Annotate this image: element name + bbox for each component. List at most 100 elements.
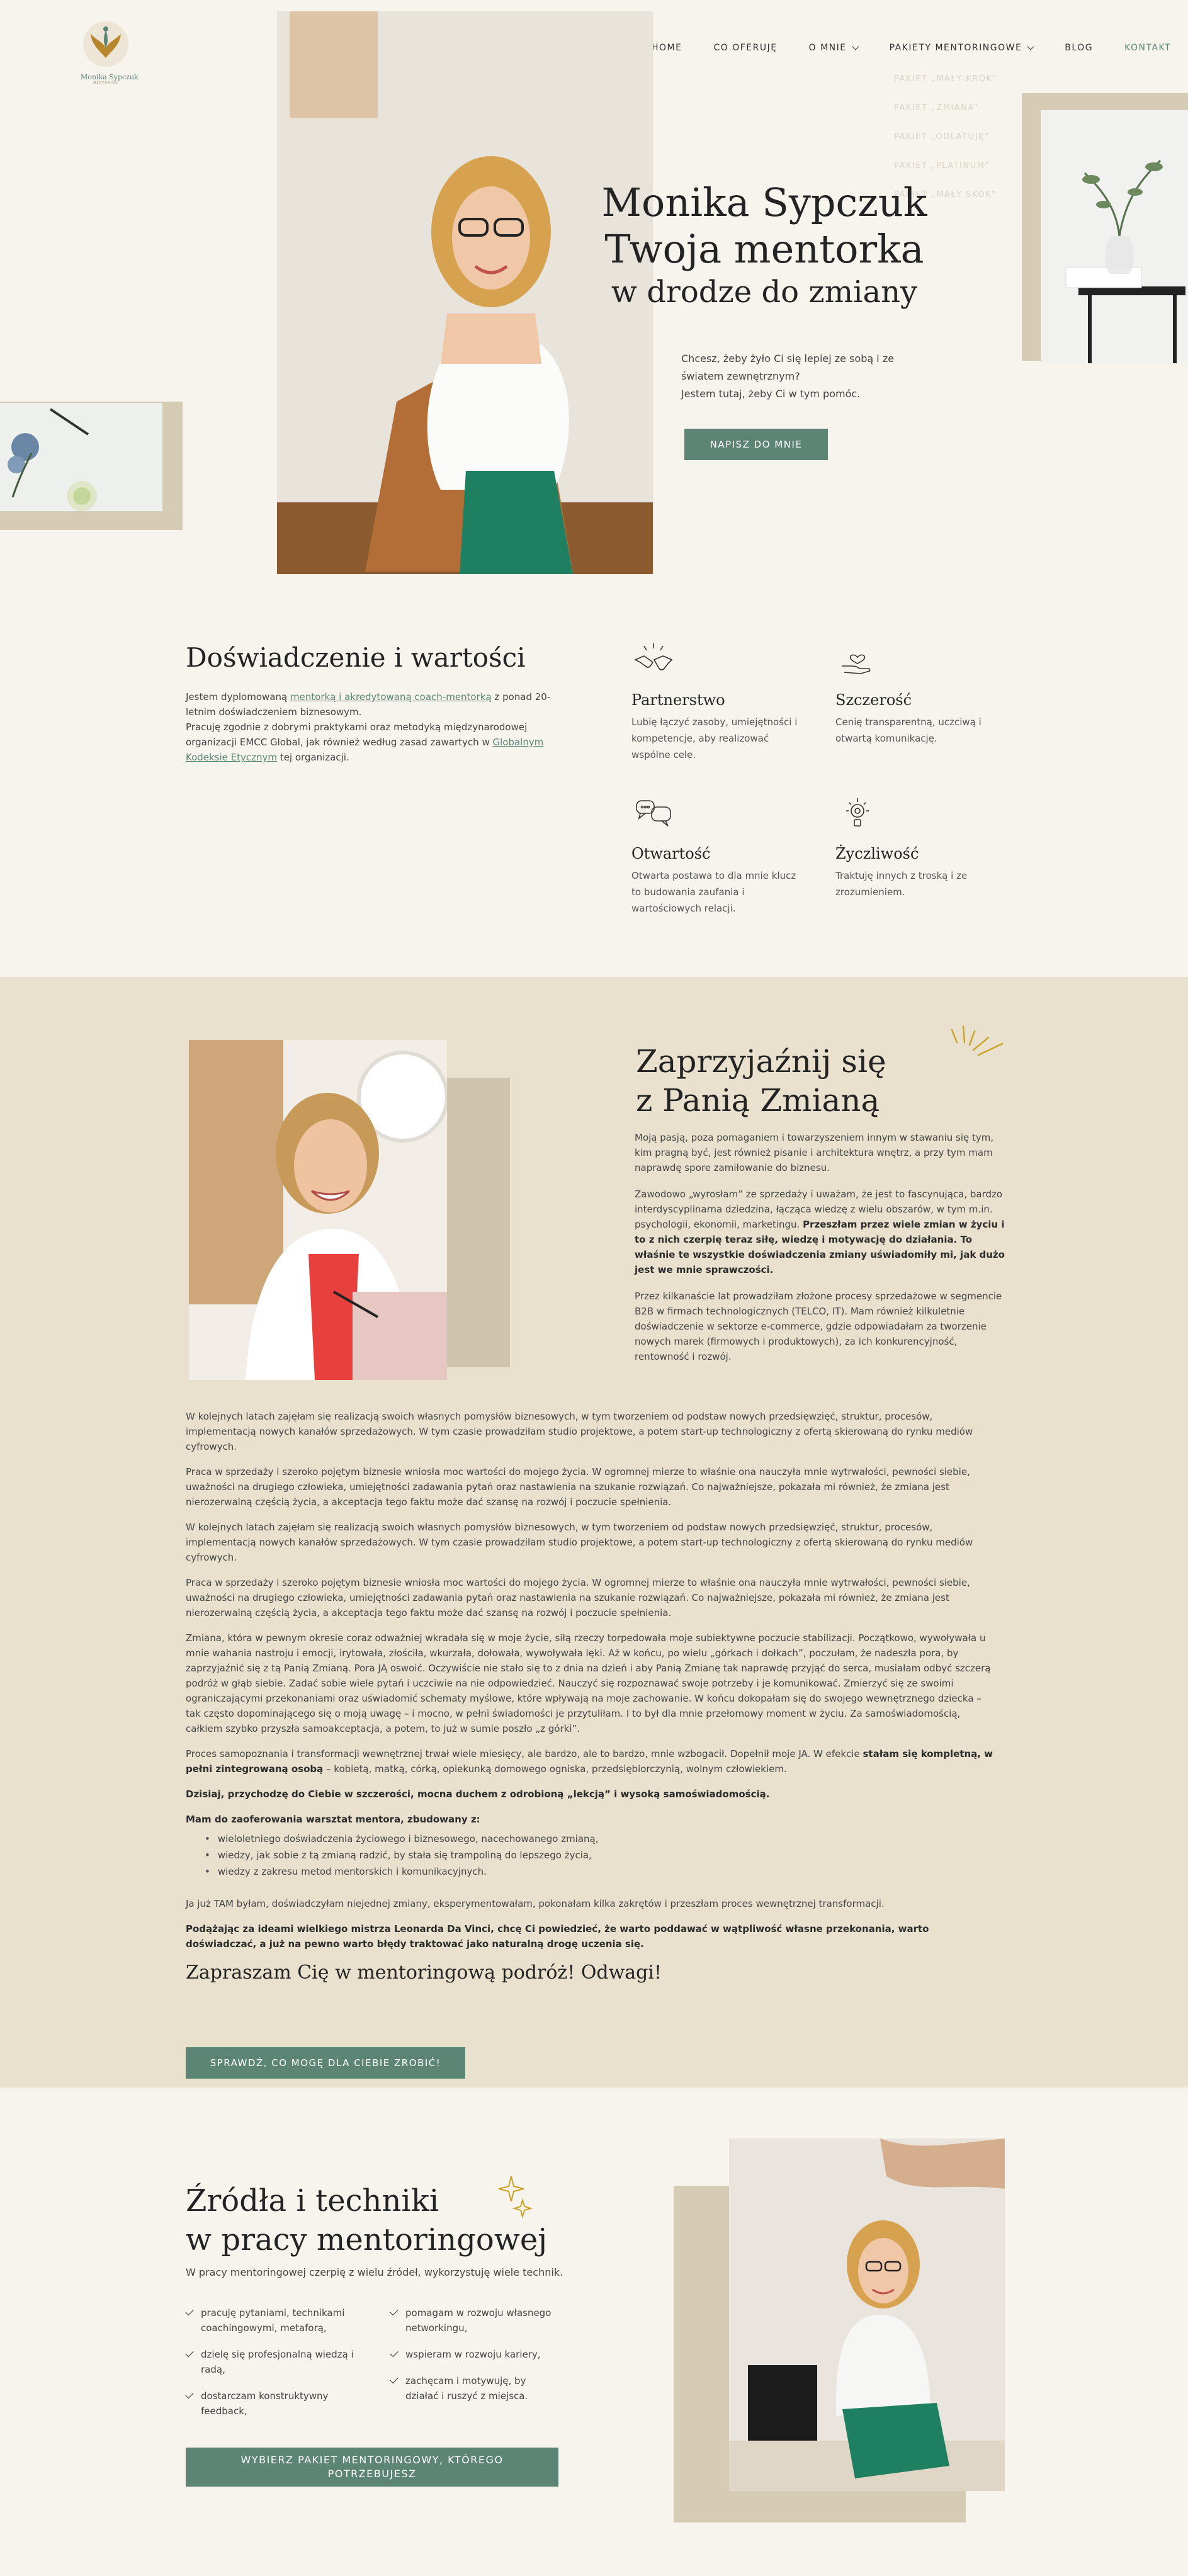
tool-text: dzielę się profesjonalną wiedzą i radą,	[201, 2349, 354, 2375]
list-item: dzielę się profesjonalną wiedzą i radą,	[185, 2347, 356, 2377]
values-heading: Doświadczenie i wartości	[186, 642, 526, 673]
speech-bubbles-icon	[636, 800, 671, 827]
value-title: Szczerość	[835, 691, 912, 709]
seated-portrait-image	[729, 2138, 1005, 2491]
checkmark-icon	[390, 2348, 399, 2358]
value-text: Cenię transparentną, uczciwą i otwartą k…	[835, 716, 982, 744]
contact-me-button[interactable]: NAPISZ DO MNIE	[684, 429, 828, 460]
checkmark-icon	[390, 2375, 399, 2384]
sun-lightbulb-icon	[846, 798, 869, 827]
story-bold-text: Podążając za ideami wielkiego mistrza Le…	[186, 1923, 929, 1950]
mentor-accreditation-link[interactable]: mentorką i akredytowaną coach-mentorką	[290, 691, 492, 703]
hero-title-line: Monika Sypczuk	[601, 179, 927, 225]
chevron-down-icon	[851, 42, 859, 50]
values-intro: Jestem dyplomowaną mentorką i akredytowa…	[186, 689, 557, 765]
story-bold-text: Mam do zaoferowania warsztat mentora, zb…	[186, 1814, 480, 1825]
story-paragraph: Przez kilkanaście lat prowadziłam złożon…	[635, 1291, 1002, 1362]
invite-heading: Zapraszam Cię w mentoringową podróż! Odw…	[186, 1962, 662, 1984]
story-paragraph: Zmiana, która w pewnym okresie coraz odw…	[186, 1632, 991, 1734]
hero-intro-line: Jestem tutaj, żeby Ci w tym pomóc.	[681, 388, 861, 400]
sunburst-icon	[951, 1025, 1004, 1056]
list-item: wspieram w rozwoju kariery,	[390, 2347, 560, 2362]
vase-plant-image	[1041, 110, 1188, 363]
list-item: zachęcam i motywuję, by działać i ruszyć…	[390, 2373, 560, 2404]
value-title: Otwartość	[631, 845, 711, 862]
list-item: pracuję pytaniami, technikami coachingow…	[185, 2305, 356, 2336]
value-text: Otwarta postawa to dla mnie klucz to bud…	[631, 870, 796, 914]
value-title: Partnerstwo	[631, 691, 725, 709]
story-paragraph: Praca w sprzedaży i szeroko pojętym bizn…	[186, 1577, 970, 1618]
list-item: wiedzy, jak sobie z tą zmianą radzić, by…	[205, 1847, 998, 1863]
checkmark-icon	[185, 2307, 194, 2316]
submenu-item[interactable]: PAKIET „MAŁY KROK”	[894, 74, 997, 103]
nav-blog[interactable]: BLOG	[1065, 43, 1093, 53]
hero-intro-line: światem zewnętrznym?	[681, 370, 800, 382]
tool-text: pomagam w rozwoju własnego networkingu,	[405, 2307, 552, 2334]
tools-heading-line: Źródła i techniki	[186, 2183, 439, 2218]
values-intro-text: Pracuję zgodnie z dobrymi praktykami ora…	[186, 721, 528, 748]
site-logo[interactable]: Monika Sypczuk MENTORING	[81, 19, 139, 85]
submenu-item[interactable]: PAKIET „ZMIANA”	[894, 103, 997, 132]
story-paragraph: Dzisiaj, przychodzę do Ciebie w szczeroś…	[186, 1787, 998, 1802]
values-intro-text: Jestem dyplomowaną	[186, 691, 290, 703]
story-text: Proces samopoznania i transformacji wewn…	[186, 1748, 863, 1760]
nav-packages[interactable]: PAKIETY MENTORINGOWE	[889, 42, 1034, 53]
story-intro: Moją pasją, poza pomaganiem i towarzysze…	[635, 1130, 1007, 1376]
hero-intro: Chcesz, żeby żyło Ci się lepiej ze sobą …	[681, 350, 927, 403]
tool-text: pracuję pytaniami, technikami coachingow…	[201, 2307, 345, 2334]
story-body: W kolejnych latach zajęłam się realizacj…	[186, 1409, 998, 1984]
value-card-openness: Otwartość Otwarta postawa to dla mnie kl…	[631, 794, 801, 917]
hero-intro-line: Chcesz, żeby żyło Ci się lepiej ze sobą …	[681, 353, 895, 364]
story-paragraph: W kolejnych latach zajęłam się realizacj…	[186, 1522, 973, 1563]
nav-blog-label: BLOG	[1065, 43, 1094, 53]
sparkle-icon	[498, 2176, 533, 2219]
submenu-item[interactable]: PAKIET „ODLATUJĘ”	[894, 132, 997, 161]
nav-offer-label: CO OFERUJĘ	[713, 43, 778, 53]
list-item: wiedzy z zakresu metod mentorskich i kom…	[205, 1863, 998, 1880]
story-paragraph: Mam do zaoferowania warsztat mentora, zb…	[186, 1812, 998, 1827]
checkmark-icon	[185, 2348, 194, 2358]
value-card-kindness: Życzliwość Traktuję innych z troską i ze…	[835, 794, 1005, 900]
tools-heading: Źródła i techniki w pracy mentoringowej	[186, 2181, 547, 2259]
list-item: pomagam w rozwoju własnego networkingu,	[390, 2305, 560, 2336]
logo-name: Monika Sypczuk	[81, 73, 139, 81]
nav-contact-label: KONTAKT	[1124, 43, 1172, 53]
story-paragraph: Zawodowo „wyrosłam” ze sprzedaży i uważa…	[635, 1187, 1007, 1277]
story-paragraph: Ja już TAM byłam, doświadczyłam niejedne…	[186, 1898, 885, 1909]
value-card-partnership: Partnerstwo Lubię łączyć zasoby, umiejęt…	[631, 641, 801, 763]
check-offer-button[interactable]: SPRAWDŹ, CO MOGĘ DLA CIEBIE ZROBIĆ!	[186, 2047, 465, 2079]
choose-package-button[interactable]: WYBIERZ PAKIET MENTORINGOWY, KTÓREGO POT…	[186, 2448, 558, 2487]
checkmark-icon	[390, 2307, 399, 2316]
nav-home[interactable]: HOME	[652, 43, 682, 53]
tool-text: wspieram w rozwoju kariery,	[405, 2349, 541, 2360]
handshake-icon	[634, 643, 673, 670]
checkmark-icon	[185, 2390, 194, 2399]
story-bold-text: Dzisiaj, przychodzę do Ciebie w szczeroś…	[186, 1788, 770, 1800]
value-text: Lubię łączyć zasoby, umiejętności i komp…	[631, 716, 798, 760]
story-heading: Zaprzyjaźnij się z Panią Zmianą	[636, 1042, 886, 1120]
value-text: Traktuję innych z troską i ze zrozumieni…	[835, 870, 968, 898]
chevron-down-icon	[1027, 42, 1034, 50]
desk-flowers-image	[0, 403, 162, 511]
main-nav: HOME CO OFERUJĘ O MNIE PAKIETY MENTORING…	[652, 42, 1171, 53]
nav-offer[interactable]: CO OFERUJĘ	[713, 43, 777, 53]
hero-title: Monika Sypczuk Twoja mentorka w drodze d…	[594, 179, 934, 312]
nav-about-label: O MNIE	[808, 43, 847, 53]
decor-block	[441, 1078, 510, 1367]
nav-contact[interactable]: KONTAKT	[1124, 43, 1171, 53]
tools-list-left: pracuję pytaniami, technikami coachingow…	[185, 2305, 356, 2430]
values-intro-text: tej organizacji.	[277, 752, 349, 763]
nav-packages-label: PAKIETY MENTORINGOWE	[889, 43, 1022, 53]
phoenix-logo-icon	[83, 21, 128, 67]
story-paragraph: Proces samopoznania i transformacji wewn…	[186, 1746, 998, 1777]
value-card-sincerity: Szczerość Cenię transparentną, uczciwą i…	[835, 641, 1005, 747]
tool-text: zachęcam i motywuję, by działać i ruszyć…	[405, 2375, 528, 2402]
list-item: dostarczam konstruktywny feedback,	[185, 2388, 356, 2419]
nav-about[interactable]: O MNIE	[808, 42, 859, 53]
story-heading-line: Zaprzyjaźnij się	[636, 1043, 886, 1080]
list-item: wieloletniego doświadczenia życiowego i …	[205, 1831, 998, 1847]
story-text: – kobietą, matką, córką, opiekunką domow…	[323, 1763, 787, 1775]
mentor-skills-list: wieloletniego doświadczenia życiowego i …	[205, 1831, 998, 1880]
story-heading-line: z Panią Zmianą	[636, 1082, 880, 1119]
story-paragraph: W kolejnych latach zajęłam się realizacj…	[186, 1411, 973, 1452]
